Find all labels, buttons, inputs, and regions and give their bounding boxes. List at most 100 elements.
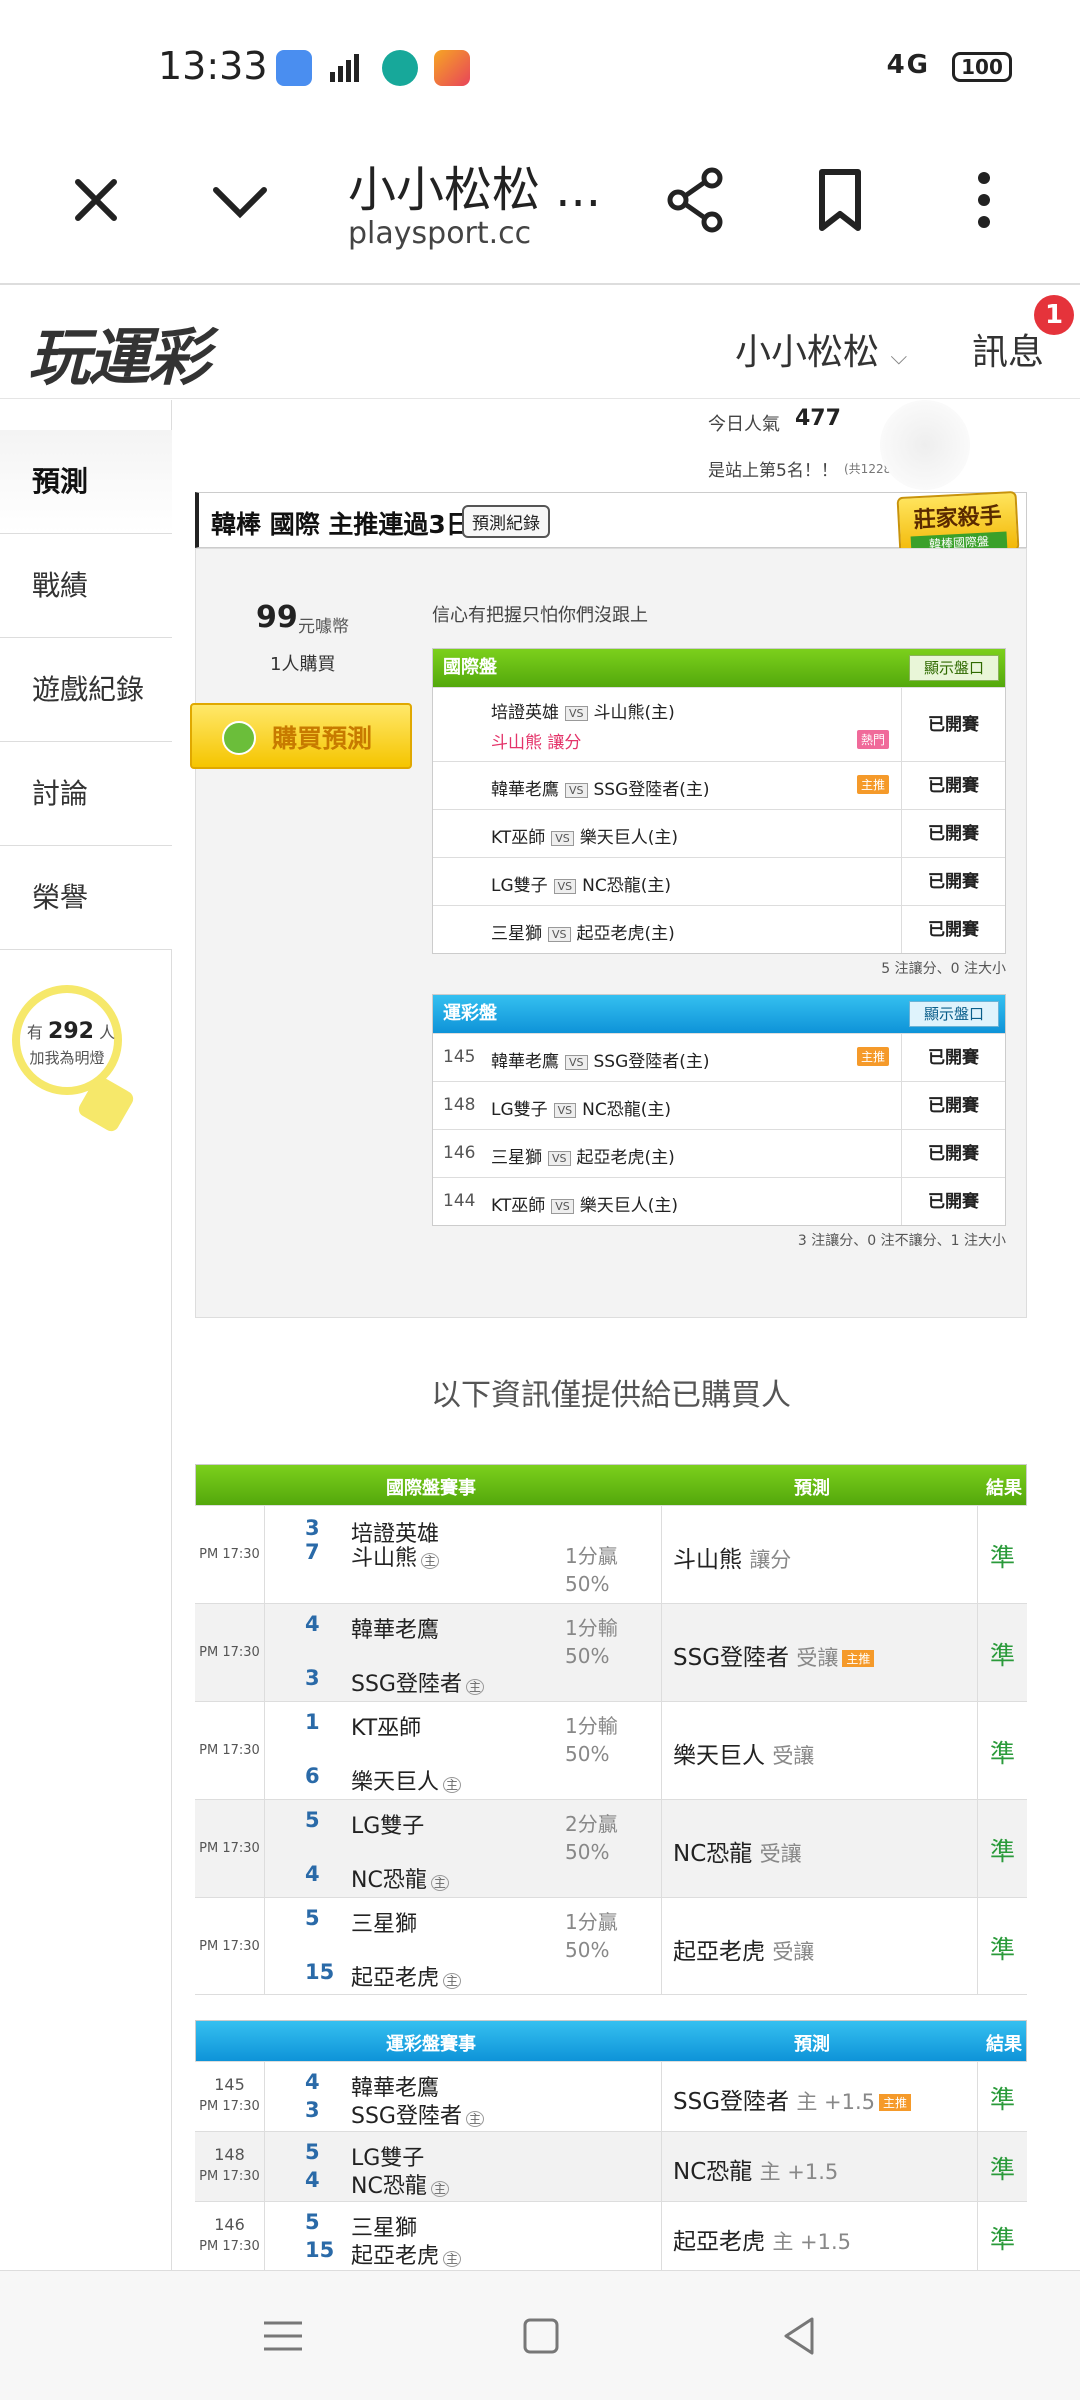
price-value: 99	[256, 600, 298, 635]
sports-show-lines-button[interactable]: 顯示盤口	[908, 1001, 999, 1027]
vs-icon: VS	[553, 878, 577, 894]
spread-result-pct: 50%	[565, 1644, 610, 1668]
spread-result: 1分贏 50%	[565, 1908, 618, 1964]
col-divider	[661, 1898, 662, 1994]
spread-result-text: 1分贏	[565, 1910, 618, 1934]
signal-chart-icon	[328, 50, 364, 86]
team-home-name: NC恐龍	[351, 1868, 427, 1893]
team-home-name: 起亞老虎	[351, 2244, 440, 2269]
user-menu[interactable]: 小小松松 ⌵	[735, 323, 907, 375]
col-result: 結果	[986, 1478, 1022, 1499]
sports-table-header: 運彩盤 顯示盤口	[433, 995, 1005, 1033]
menu-icon[interactable]	[258, 2311, 308, 2365]
table-row: 144 KT巫師 VS 樂天巨人(主) 已開賽	[433, 1177, 1005, 1225]
team-home: NC恐龍(主)	[582, 876, 672, 896]
site-logo[interactable]: 玩運彩	[28, 307, 210, 397]
home-mark: 主	[465, 2111, 484, 2127]
vs-icon: VS	[565, 1054, 588, 1070]
table-row: 146 三星獅 VS 起亞老虎(主) 已開賽	[433, 1129, 1005, 1177]
main-pick-tag: 主推	[856, 775, 889, 794]
vs-icon: VS	[565, 782, 588, 798]
main-pick-tag: 主推	[879, 2094, 912, 2111]
game-number: 145	[443, 1047, 476, 1067]
score-away: 4	[305, 2070, 320, 2094]
table-row: PM 17:30 1 KT巫師 6 樂天巨人主 1分輸 50% 樂天巨人 受讓準	[195, 1701, 1027, 1799]
team-away: KT巫師	[491, 1196, 546, 1216]
accuracy-result: 準	[990, 2085, 1016, 2114]
team-away: 培證英雄	[491, 703, 559, 723]
home-mark: 主	[421, 1553, 440, 1569]
spread-result-pct: 50%	[565, 1840, 610, 1864]
pick-type: 讓分	[547, 733, 582, 753]
score-away: 5	[305, 2140, 320, 2164]
match-time: PM 17:30	[195, 1604, 265, 1701]
pick-team: 斗山熊	[491, 733, 542, 753]
slogan: 信心有把握只怕你們沒跟上	[432, 605, 648, 626]
browser-toolbar: 小小松松 ... playsport.cc	[0, 120, 1080, 285]
prediction-type: 主 +1.5	[759, 2160, 839, 2184]
page-url[interactable]: playsport.cc	[348, 216, 531, 251]
prediction-team: NC恐龍	[673, 1841, 753, 1867]
sidebar-item-record[interactable]: 戰績	[0, 534, 172, 638]
bookmark-icon[interactable]	[800, 160, 880, 240]
battery-icon: 100	[952, 52, 1012, 82]
messages-link[interactable]: 訊息	[972, 323, 1044, 375]
followers-count: 292	[48, 1019, 94, 1044]
col-divider	[661, 2132, 662, 2201]
col-divider	[977, 1506, 978, 1603]
back-icon[interactable]	[774, 2311, 824, 2365]
home-mark: 主	[465, 1679, 484, 1695]
team-home: 樂天巨人主	[351, 1764, 462, 1796]
intl-show-lines-button[interactable]: 顯示盤口	[908, 655, 999, 681]
team-home: 起亞老虎主	[351, 1960, 462, 1992]
team-home: 起亞老虎主	[351, 2238, 462, 2270]
team-away: 三星獅	[491, 1148, 542, 1168]
score-home: 4	[305, 1862, 320, 1886]
page-title: 小小松松 ...	[348, 162, 602, 218]
col-divider	[977, 1800, 978, 1897]
team-away: KT巫師	[351, 1716, 422, 1741]
team-home-name: 斗山熊	[351, 1546, 418, 1571]
home-icon[interactable]	[516, 2311, 566, 2365]
col-divider	[661, 1702, 662, 1799]
accuracy-result: 準	[990, 2155, 1016, 2184]
col-divider	[977, 2132, 978, 2201]
sidebar-item-discussion[interactable]: 討論	[0, 742, 172, 846]
col-result: 結果	[986, 2034, 1022, 2055]
more-vert-icon[interactable]	[944, 160, 1024, 240]
share-icon[interactable]	[656, 160, 736, 240]
record-button[interactable]: 預測紀錄	[462, 505, 550, 538]
match-status: 已開賽	[901, 1034, 1005, 1081]
sidebar-item-predictions[interactable]: 預測	[0, 430, 172, 534]
prediction-type: 受讓	[772, 1940, 815, 1964]
close-icon[interactable]	[56, 160, 136, 240]
intl-prediction-table: 國際盤 顯示盤口 培證英雄 VS 斗山熊(主) 斗山熊 讓分 熱門 已開賽 韓華老鷹…	[432, 648, 1006, 954]
username: 小小松松	[735, 332, 880, 373]
spread-result: 2分贏 50%	[565, 1810, 618, 1866]
sidebar-item-game-log[interactable]: 遊戲紀錄	[0, 638, 172, 742]
sports-prediction-table: 運彩盤 顯示盤口 145 韓華老鷹 VS SSG登陸者(主) 主推 已開賽 148 …	[432, 994, 1006, 1226]
buyer-count: 1人購買	[270, 654, 336, 675]
team-home-name: SSG登陸者	[351, 2104, 462, 2129]
table-row: 韓華老鷹 VS SSG登陸者(主) 主推 已開賽	[433, 761, 1005, 809]
col-match: 運彩盤賽事	[386, 2034, 476, 2055]
game-app-icon	[434, 50, 470, 86]
sidebar-item-honors[interactable]: 榮譽	[0, 846, 172, 950]
col-divider	[661, 2062, 662, 2131]
chevron-down-icon[interactable]	[200, 160, 280, 240]
team-away: 韓華老鷹	[491, 1052, 559, 1072]
sports-results-header: 運彩盤賽事 預測 結果	[196, 2021, 1026, 2061]
vs-icon: VS	[565, 705, 588, 721]
table-row: 145 PM 17:30 4 韓華老鷹 3 SSG登陸者主 SSG登陸者 主 +1.5 主推準	[195, 2061, 1027, 2131]
buy-prediction-button[interactable]: 購買預測	[190, 703, 412, 769]
sidebar: 預測 戰績 遊戲紀錄 討論 榮譽 有 292 人 加我為明燈	[0, 400, 172, 2270]
prediction-team: 起亞老虎	[673, 2229, 765, 2255]
game-number: 144	[443, 1191, 476, 1211]
prediction-team: SSG登陸者	[673, 1645, 790, 1671]
accuracy-result: 準	[990, 1935, 1016, 1964]
team-away: 韓華老鷹	[491, 780, 559, 800]
col-divider	[661, 2202, 662, 2271]
score-away: 4	[305, 1612, 320, 1636]
match-status: 已開賽	[901, 1178, 1005, 1225]
team-away: 三星獅	[351, 1912, 418, 1937]
